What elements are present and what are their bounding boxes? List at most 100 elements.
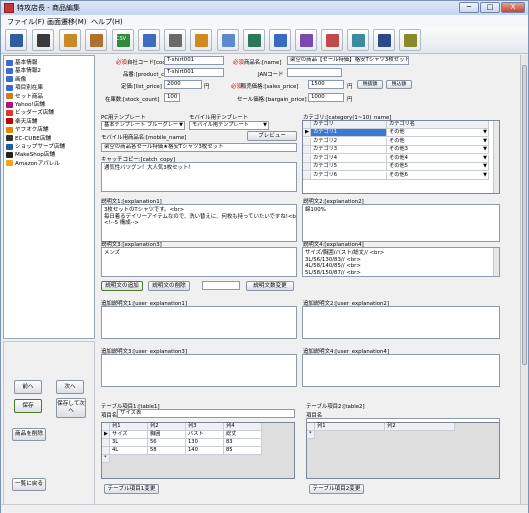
scroll-thumb[interactable] [522, 65, 527, 365]
table-cell[interactable]: 4L [110, 447, 148, 455]
category-name-select[interactable]: その他 ▼ [387, 129, 489, 137]
help-tool-button[interactable] [399, 29, 421, 51]
user-explanation2-textarea[interactable] [302, 306, 500, 339]
table1-name-input[interactable]: サイズ表 [117, 409, 295, 418]
delete-product-button[interactable]: 商品を削除 [12, 428, 46, 441]
maximize-button[interactable]: □ [480, 2, 500, 13]
sidebar-item-7[interactable]: ビッダーズ店舗 [6, 109, 54, 117]
table2-change-button[interactable]: テーブル項目2変更 [309, 484, 364, 494]
folder-tool-button[interactable] [59, 29, 81, 51]
settings-tool-button[interactable] [190, 29, 212, 51]
table1-change-button[interactable]: テーブル項目1変更 [104, 484, 159, 494]
pc-template-select[interactable]: 基本テンプレート ブルーグレー [101, 121, 185, 130]
mobile-template-select[interactable]: モバイル用テンプレート [189, 121, 269, 130]
table-cell[interactable]: サイズ [110, 431, 148, 439]
toolbar: CSV [1, 27, 528, 54]
window-tool-button[interactable] [217, 29, 239, 51]
bargain-input[interactable]: 1000 [308, 93, 344, 102]
table-cell[interactable]: 85 [224, 447, 262, 455]
csv-text: CSV [116, 36, 127, 42]
table-cell[interactable]: 130 [186, 439, 224, 447]
main-scrollbar[interactable] [520, 55, 528, 504]
explanation4-scrollbar[interactable] [493, 248, 499, 276]
sidebar-item-6[interactable]: Yahoo!店舗 [6, 101, 45, 109]
table-cell[interactable]: 胸囲 [148, 431, 186, 439]
change-explanation-count-button[interactable]: 説明文数変更 [246, 281, 294, 291]
table-cell[interactable]: 総丈 [224, 431, 262, 439]
mobile-name-input[interactable]: 架空の商品各セール特価★格安Tシャツ3枚セット [101, 143, 297, 152]
sidebar-item-5[interactable]: セット商品 [6, 93, 43, 101]
sidebar-item-8[interactable]: 楽天店舗 [6, 118, 37, 126]
chevron-down-icon: ▼ [483, 137, 487, 144]
table-tool-button[interactable] [321, 29, 343, 51]
upload-tool-button[interactable] [138, 29, 160, 51]
sidebar-item-10[interactable]: EC-CUBE店舗 [6, 135, 51, 143]
list-price-input[interactable]: 2000 [164, 80, 202, 89]
tax-excluded-button[interactable]: 税抜額 [357, 80, 383, 89]
close-button[interactable]: X [501, 2, 525, 13]
sidebar-item-13[interactable]: Amazonアパレル [6, 160, 60, 168]
name-input[interactable]: 架空の商品【セール特価】格安Tシャツ3枚セット [287, 56, 409, 65]
table-cell[interactable]: 83 [224, 439, 262, 447]
sidebar-item-2[interactable]: 基本情報2 [6, 67, 41, 75]
sales-price-input[interactable]: 1500 [308, 80, 344, 89]
next-button[interactable]: 次へ [56, 380, 84, 394]
catch-copy-textarea[interactable]: 通気性バツグン！大人気3枚セット！ [101, 162, 297, 192]
list-tool-button[interactable] [5, 29, 27, 51]
explanation1-textarea[interactable]: 3枚セットのTシャツです。<br> 毎日着るデイリーアイテムなので、洗い替えに、… [101, 204, 297, 242]
category-name-select[interactable]: その他4 ▼ [387, 154, 489, 163]
grid-icon [37, 34, 50, 47]
box-tool-button[interactable] [85, 29, 107, 51]
code-input[interactable]: T-shirt001 [164, 56, 224, 65]
upload-icon [143, 34, 156, 47]
shop-icon [6, 160, 13, 167]
sidebar-item-11[interactable]: ショップサーブ店舗 [6, 143, 65, 151]
table-cell[interactable]: バスト [186, 431, 224, 439]
sidebar-item-4[interactable]: 項目別在庫 [6, 84, 43, 92]
prev-button[interactable]: 前へ [14, 380, 42, 394]
category-name-select[interactable]: その他5 ▼ [387, 163, 489, 171]
category-name-select[interactable]: その他3 ▼ [387, 146, 489, 154]
search-tool-button[interactable] [373, 29, 395, 51]
category-name-select[interactable]: その他 ▼ [387, 137, 489, 146]
grid-tool-button[interactable] [32, 29, 54, 51]
preview-button[interactable]: プレビュー [247, 131, 297, 141]
table-cell[interactable]: 3L [110, 439, 148, 447]
export-tool-button[interactable] [347, 29, 369, 51]
explanation-count-input[interactable] [202, 281, 240, 290]
stock-input[interactable]: 100 [164, 93, 180, 102]
save-button[interactable]: 保存 [14, 399, 42, 413]
explanation4-textarea[interactable]: サイズ/胸囲/バスト/総丈// <br> 3L/56/130/83// <br>… [302, 247, 500, 277]
table-cell[interactable]: 140 [186, 447, 224, 455]
table-cell[interactable]: 58 [148, 447, 186, 455]
shop-icon [6, 126, 13, 133]
user-explanation4-textarea[interactable] [302, 354, 500, 387]
explanation2-textarea[interactable]: 綿100% [302, 204, 500, 242]
edit3-tool-button[interactable] [295, 29, 317, 51]
user-explanation3-textarea[interactable] [101, 354, 297, 387]
minimize-button[interactable]: ─ [459, 2, 479, 13]
menu-file[interactable]: ファイル(F) [7, 17, 45, 27]
sidebar-item-9[interactable]: ヤフオク店舗 [6, 126, 48, 134]
table-cell[interactable]: 56 [148, 439, 186, 447]
sidebar-item-12[interactable]: MakeShop店舗 [6, 151, 55, 159]
csv-tool-button[interactable]: CSV [112, 29, 134, 51]
category-scrollbar[interactable] [493, 121, 499, 193]
user-explanation1-textarea[interactable] [101, 306, 297, 339]
sidebar-item-3[interactable]: 画像 [6, 76, 26, 84]
menu-screen[interactable]: 画面遷移(M) [47, 17, 87, 27]
category-name-select[interactable]: その他6 ▼ [387, 171, 489, 180]
product-number-input[interactable]: T-shirt001 [164, 68, 224, 77]
save-next-button[interactable]: 保存して次へ [56, 398, 86, 418]
explanation3-textarea[interactable]: メンズ [101, 247, 297, 277]
jan-input[interactable] [287, 68, 342, 77]
screen-tool-button[interactable] [164, 29, 186, 51]
menu-help[interactable]: ヘルプ(H) [91, 17, 123, 27]
add-explanation-button[interactable]: 説明文の追加 [101, 281, 143, 291]
tax-included-button[interactable]: 税込額 [386, 80, 412, 89]
sidebar-item-1[interactable]: 基本情報 [6, 59, 37, 67]
delete-explanation-button[interactable]: 説明文の削除 [148, 281, 190, 291]
edit-tool-button[interactable] [243, 29, 265, 51]
edit2-tool-button[interactable] [269, 29, 291, 51]
back-to-list-button[interactable]: 一覧に戻る [12, 478, 46, 491]
